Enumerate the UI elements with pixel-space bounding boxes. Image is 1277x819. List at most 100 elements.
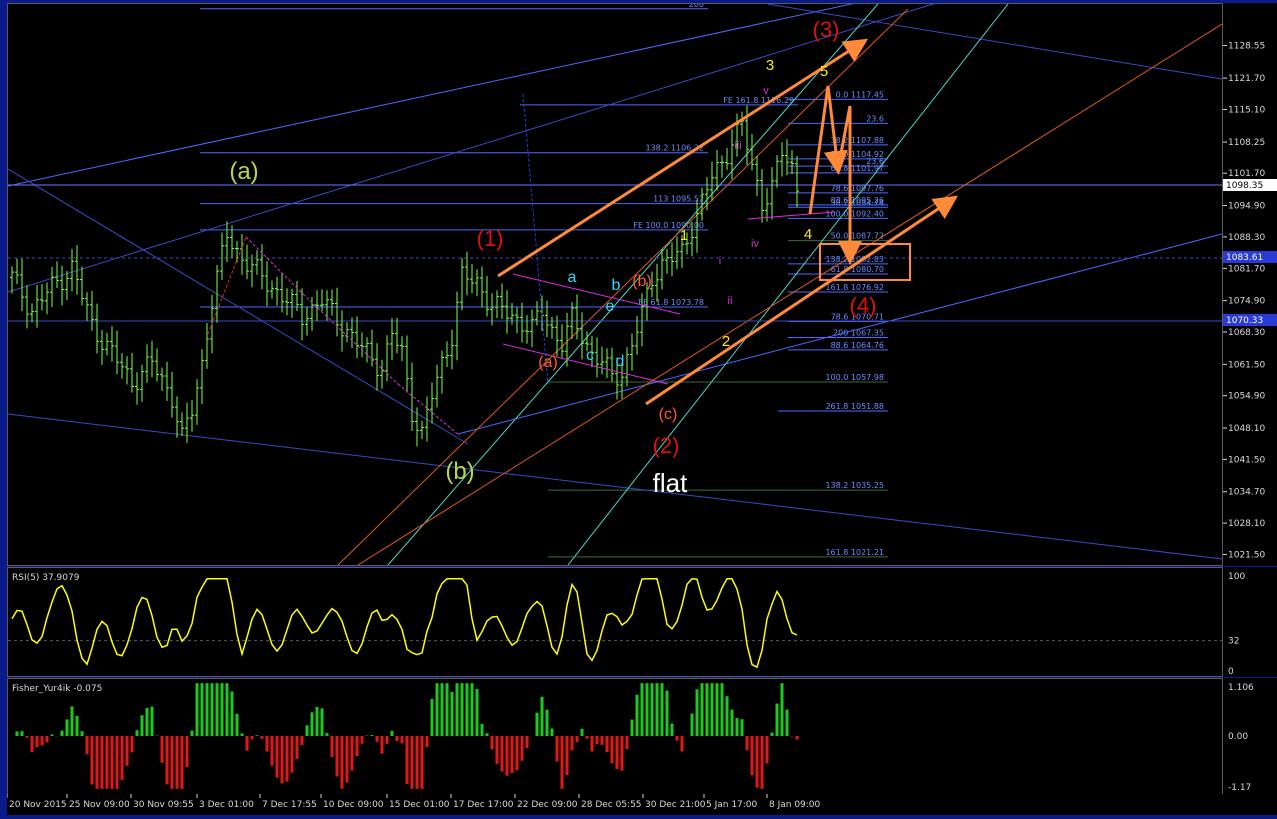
fisher-bar — [191, 731, 194, 736]
fisher-bar — [166, 736, 169, 784]
fib-level-label: 100.0 1057.98 — [825, 373, 884, 382]
fisher-bar — [86, 736, 89, 754]
price-tick-label: 1121.70 — [1228, 74, 1265, 84]
wave-line — [398, 384, 460, 436]
fisher-bar — [536, 713, 539, 736]
fisher-bar — [261, 736, 264, 739]
fib-level-label: 261.8 1051.88 — [825, 402, 884, 411]
price-tick-label: 1068.30 — [1228, 328, 1265, 338]
wave-label: 5 — [820, 63, 828, 80]
fisher-bar — [196, 683, 199, 736]
fisher-bar — [496, 736, 499, 764]
fisher-bar — [171, 736, 174, 789]
fisher-bar — [401, 736, 404, 743]
wave-label: v — [763, 85, 769, 97]
fisher-bar — [731, 710, 734, 736]
rsi-panel[interactable]: RSI(5) 37.9079 — [7, 567, 1223, 677]
fib-level-label: 161.8 1021.21 — [825, 548, 884, 557]
fisher-bar — [361, 736, 364, 744]
fisher-bar — [76, 716, 79, 736]
fisher-bar — [131, 736, 134, 752]
current-price-value: 1083.61 — [1226, 253, 1263, 263]
fisher-bar — [106, 736, 109, 789]
fisher-bar — [781, 683, 784, 736]
fisher-bar — [161, 736, 164, 763]
wave-label: 2 — [722, 333, 730, 350]
fisher-bar — [666, 691, 669, 736]
fib-level-label: 113 1095.52 — [653, 195, 704, 204]
fib-level-label: 138.2 1035.25 — [825, 481, 884, 490]
rsi-tick-label: 0 — [1228, 667, 1234, 677]
time-tick-label: 15 Dec 01:00 — [389, 800, 450, 810]
fib-level-label: 200 — [689, 4, 704, 9]
fisher-bar — [766, 736, 769, 763]
wave-label: flat — [653, 468, 688, 498]
fisher-bar — [541, 697, 544, 736]
fisher-bar — [711, 683, 714, 736]
fisher-bar — [346, 736, 349, 782]
fib-level-label: 38.2 1094.74 — [831, 198, 884, 207]
fisher-bar — [736, 718, 739, 736]
price-chart-svg[interactable]: 200FE 161.8 1116.290.0 1117.4523.6138.2 … — [8, 4, 1222, 565]
price-tick-label: 1094.90 — [1228, 202, 1265, 212]
fisher-panel[interactable]: Fisher_Yur4ik -0.075 — [7, 678, 1223, 795]
wave-label: (c) — [659, 406, 678, 423]
fisher-bar — [151, 707, 154, 736]
fisher-bar — [26, 736, 29, 738]
fisher-bar — [241, 733, 244, 736]
fisher-bar — [656, 683, 659, 736]
time-tick-label: 7 Dec 17:55 — [262, 800, 317, 810]
fisher-bar — [291, 736, 294, 773]
fisher-bar — [706, 683, 709, 736]
time-tick-label: 30 Nov 09:55 — [133, 800, 194, 810]
wave-label: c — [586, 347, 594, 364]
price-tick-label: 1115.10 — [1228, 105, 1265, 115]
fisher-bar — [301, 736, 304, 745]
projection-line — [810, 86, 828, 214]
rsi-axis: 100320 — [1222, 567, 1277, 677]
fisher-bar — [636, 695, 639, 736]
wave-line — [513, 274, 680, 314]
current-price-value: 1070.33 — [1226, 316, 1263, 326]
time-tick-label: 10 Dec 09:00 — [323, 800, 384, 810]
fisher-bar — [576, 736, 579, 742]
fisher-bar — [276, 736, 279, 778]
fisher-bar — [256, 735, 259, 736]
fisher-bar — [21, 731, 24, 736]
fisher-bar — [786, 710, 789, 736]
fisher-bar — [286, 736, 289, 782]
fisher-bar — [651, 683, 654, 736]
fisher-bar — [506, 736, 509, 776]
fisher-bar — [96, 736, 99, 789]
price-tick-label: 1028.10 — [1228, 519, 1265, 529]
fisher-bar — [456, 683, 459, 736]
price-tick-label: 1128.55 — [1228, 42, 1265, 52]
wave-label: (2) — [653, 433, 680, 458]
wave-label: 4 — [804, 226, 812, 243]
fisher-bar — [461, 683, 464, 736]
fib-level-label: 88.6 1064.76 — [831, 341, 884, 350]
fisher-bar — [581, 729, 584, 736]
price-tick-label: 1108.25 — [1228, 138, 1265, 148]
fisher-bar — [486, 733, 489, 736]
fisher-bar — [311, 712, 314, 736]
fisher-bar — [721, 683, 724, 736]
fisher-bar — [66, 719, 69, 736]
wave-label: i — [719, 255, 721, 267]
rsi-chart-svg[interactable]: RSI(5) 37.9079 — [8, 568, 1222, 676]
time-tick-label: 25 Nov 09:00 — [69, 800, 130, 810]
wave-label: ii — [728, 295, 733, 307]
fisher-bar — [661, 683, 664, 736]
fisher-bar — [681, 736, 684, 752]
fisher-bar — [756, 736, 759, 788]
fisher-bar — [271, 736, 274, 766]
fib-level-label: 61.8 1080.70 — [831, 265, 884, 274]
fisher-chart-svg[interactable]: Fisher_Yur4ik -0.075 — [8, 679, 1222, 794]
fisher-bar — [696, 689, 699, 736]
fisher-bar — [466, 683, 469, 736]
fisher-bar — [216, 683, 219, 736]
fisher-bar — [431, 699, 434, 736]
price-panel[interactable]: 200FE 161.8 1116.290.0 1117.4523.6138.2 … — [7, 3, 1223, 566]
fisher-bar — [451, 692, 454, 736]
fisher-bar — [336, 736, 339, 777]
